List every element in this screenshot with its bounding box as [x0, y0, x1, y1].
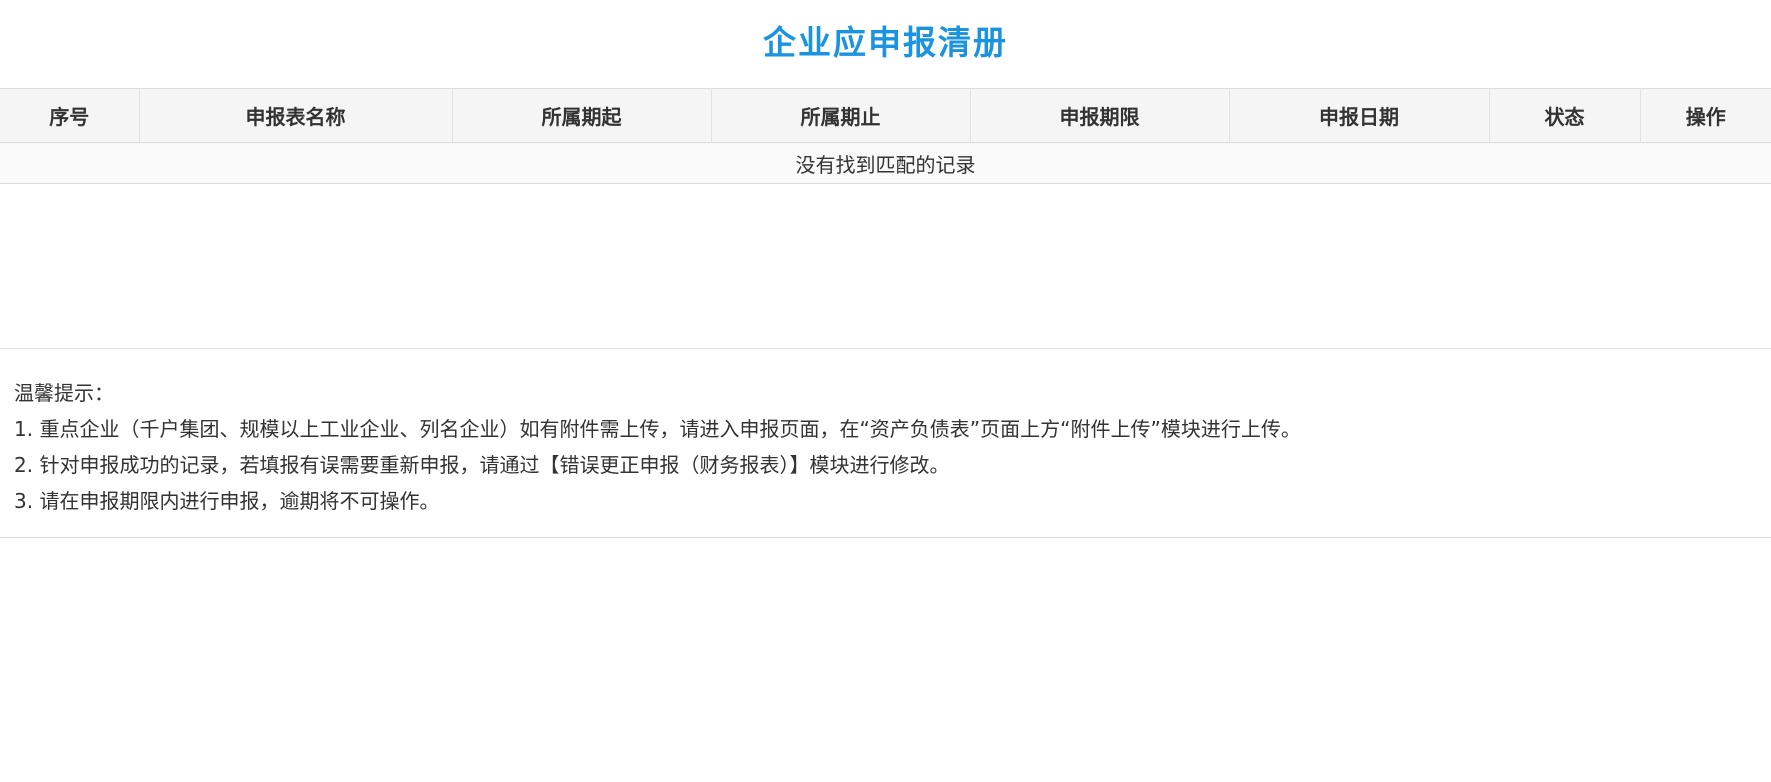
- column-header-form-name[interactable]: 申报表名称: [139, 88, 453, 143]
- tips-panel: 温馨提示： 1. 重点企业（千户集团、规模以上工业企业、列名企业）如有附件需上传…: [0, 348, 1771, 538]
- table-header-row: 序号 申报表名称 所属期起 所属期止 申报期限 申报日期 状态 操作: [0, 88, 1771, 143]
- table-row: 没有找到匹配的记录: [0, 142, 1771, 184]
- page: 企业应申报清册 序号 申报表名称 所属期起 所属期止 申报期限 申报日期 状态 …: [0, 0, 1771, 782]
- column-header-period-end[interactable]: 所属期止: [711, 88, 971, 143]
- tips-line-1: 1. 重点企业（千户集团、规模以上工业企业、列名企业）如有附件需上传，请进入申报…: [14, 417, 1301, 441]
- tips-line-3: 3. 请在申报期限内进行申报，逾期将不可操作。: [14, 489, 440, 513]
- column-header-period-start[interactable]: 所属期起: [452, 88, 712, 143]
- column-header-index[interactable]: 序号: [0, 88, 140, 143]
- declaration-table-wrapper: 序号 申报表名称 所属期起 所属期止 申报期限 申报日期 状态 操作 没有找到匹…: [0, 88, 1771, 184]
- column-header-deadline[interactable]: 申报期限: [970, 88, 1230, 143]
- column-header-declare-date[interactable]: 申报日期: [1229, 88, 1490, 143]
- empty-message: 没有找到匹配的记录: [0, 142, 1771, 184]
- tips-heading: 温馨提示：: [14, 381, 114, 405]
- column-header-status[interactable]: 状态: [1489, 88, 1641, 143]
- column-header-operation[interactable]: 操作: [1640, 88, 1771, 143]
- declaration-table: 序号 申报表名称 所属期起 所属期止 申报期限 申报日期 状态 操作 没有找到匹…: [0, 88, 1771, 184]
- page-title: 企业应申报清册: [763, 23, 1008, 62]
- tips-line-2: 2. 针对申报成功的记录，若填报有误需要重新申报，请通过【错误更正申报（财务报表…: [14, 453, 950, 477]
